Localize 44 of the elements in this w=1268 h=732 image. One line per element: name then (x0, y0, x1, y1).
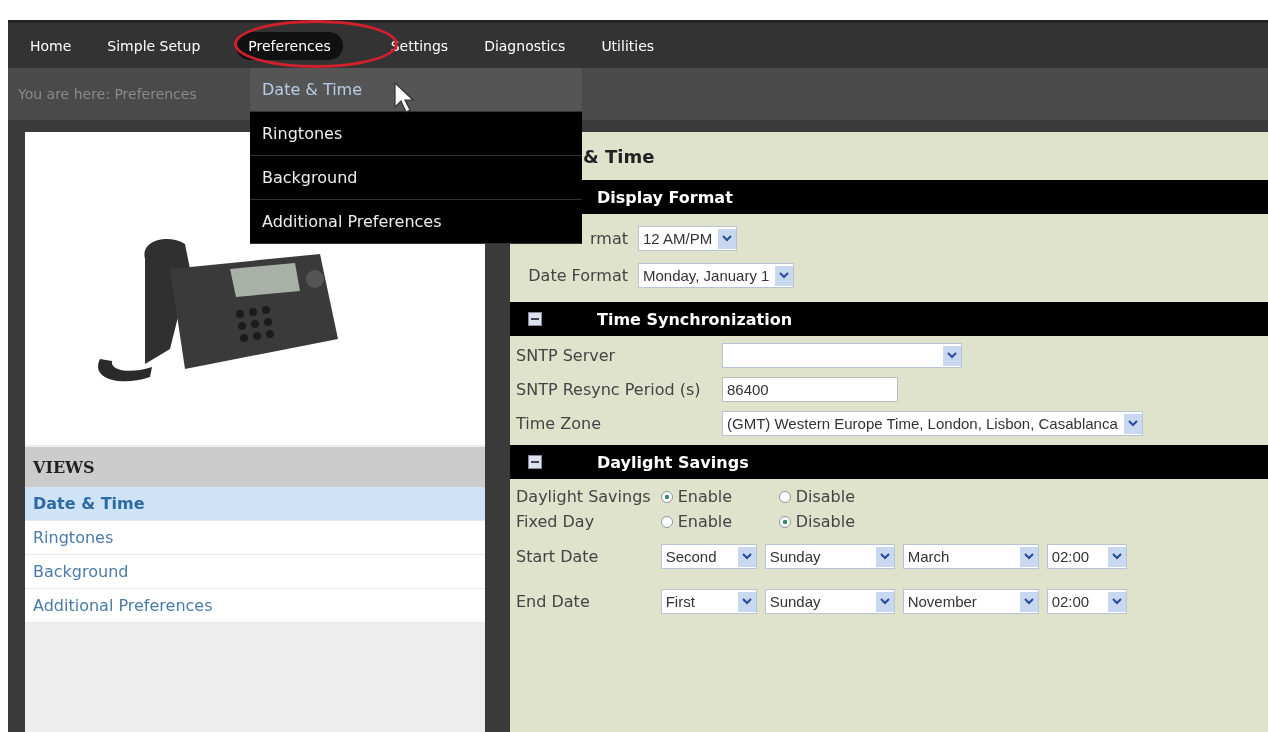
views-link[interactable]: Ringtones (25, 521, 485, 555)
field-label: Fixed Day (516, 512, 596, 531)
field-label: End Date (516, 591, 591, 613)
breadcrumb: You are here: Preferences (18, 86, 197, 102)
menu-item[interactable]: Ringtones (250, 112, 582, 156)
dropdown-select[interactable]: Monday, January 1 (638, 263, 795, 288)
field-label: Daylight Savings (516, 487, 651, 506)
radio-option[interactable]: Enable (660, 487, 771, 506)
field-label: SNTP Resync Period (s) (516, 380, 702, 399)
nav-tab[interactable]: Simple Setup (95, 31, 213, 60)
dropdown-select[interactable]: 12 AM/PM (638, 226, 738, 251)
field-label: SNTP Server (516, 346, 617, 365)
menu-item[interactable]: Background (250, 156, 582, 200)
views-link[interactable]: Date & Time (25, 487, 485, 521)
field-label: Time Zone (516, 414, 602, 433)
page-title: & Time (583, 145, 655, 167)
text-input[interactable]: 86400 (722, 377, 898, 402)
radio-option[interactable]: Enable (660, 512, 771, 531)
dropdown-select[interactable]: November (902, 589, 1039, 614)
section-title: Daylight Savings (597, 452, 749, 472)
menu-item[interactable]: Additional Preferences (250, 200, 582, 244)
views-heading: VIEWS (25, 447, 485, 487)
section-title: Time Synchronization (597, 309, 793, 329)
field-label: Date Format (527, 266, 628, 285)
nav-tab[interactable]: Preferences (236, 31, 343, 60)
dropdown-select[interactable]: 02:00 (1046, 589, 1127, 614)
radio-option[interactable]: Disable (778, 487, 889, 506)
dropdown-select[interactable]: (GMT) Western Europe Time, London, Lisbon, Casablanca (722, 411, 1143, 436)
dropdown-select[interactable]: March (902, 544, 1039, 569)
dropdown-select[interactable]: Sunday (764, 544, 895, 569)
nav-tab[interactable]: Utilities (589, 31, 667, 60)
section-title: Display Format (597, 187, 733, 207)
dropdown-select[interactable]: First (660, 589, 757, 614)
dropdown-select[interactable]: Second (660, 544, 757, 569)
radio-option[interactable]: Disable (778, 512, 889, 531)
nav-tab[interactable]: Diagnostics (472, 31, 578, 60)
views-link[interactable]: Background (25, 555, 485, 589)
dropdown-select[interactable]: Sunday (764, 589, 895, 614)
dropdown-select[interactable]: 02:00 (1046, 544, 1127, 569)
views-link[interactable]: Additional Preferences (25, 589, 485, 623)
field-label: Start Date (516, 546, 600, 568)
nav-tab[interactable]: Home (18, 31, 84, 60)
menu-item[interactable]: Date & Time (250, 68, 582, 112)
field-label: rmat (589, 229, 628, 248)
